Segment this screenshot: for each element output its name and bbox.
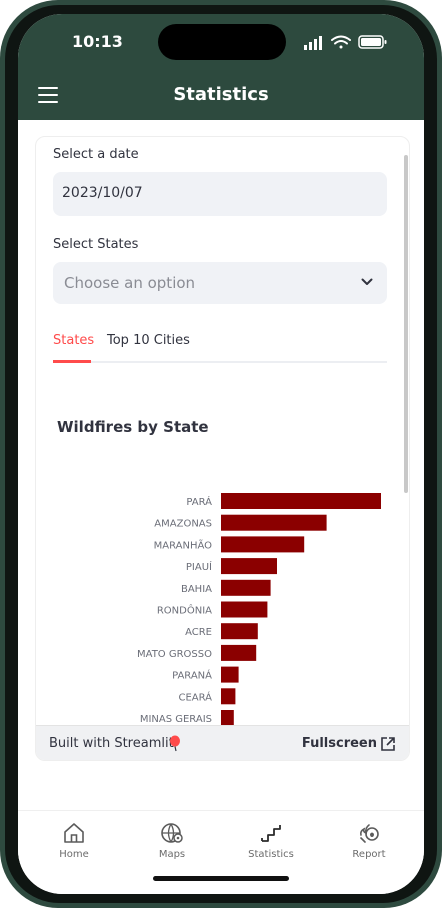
tab-top-10-cities[interactable]: Top 10 Cities — [107, 333, 190, 348]
phone-screen: 10:13 Statistics Select a date 2023/10/0… — [18, 14, 424, 894]
status-time: 10:13 — [72, 32, 123, 51]
bar[interactable] — [221, 601, 268, 618]
bar-label: PARANÁ — [172, 669, 212, 682]
wildfires-bar-chart: PARÁ AMAZONAS MARANHÃO PIAUÍ BAHIA RONDÔNIA AC… — [137, 493, 381, 726]
tab-statistics[interactable]: Statistics — [231, 821, 311, 871]
states-label: Select States — [53, 237, 139, 252]
bottom-tab-bar: Home Maps Statistics Report — [18, 810, 424, 894]
fire-report-icon — [360, 824, 379, 843]
states-select-placeholder: Choose an option — [64, 274, 196, 292]
bar[interactable] — [221, 623, 258, 640]
fullscreen-button[interactable]: Fullscreen — [302, 736, 377, 751]
wifi-icon — [331, 35, 351, 49]
bar[interactable] — [221, 536, 305, 553]
scrollbar[interactable] — [404, 155, 408, 493]
tab-statistics-label: Statistics — [248, 849, 294, 860]
bar[interactable] — [221, 558, 277, 575]
bar[interactable] — [221, 579, 271, 596]
bar-label: BAHIA — [181, 584, 212, 595]
bar[interactable] — [221, 514, 327, 531]
bar-label: PIAUÍ — [186, 560, 212, 573]
chevron-down-icon — [361, 278, 373, 285]
status-icons — [304, 35, 387, 50]
bar-label: MINAS GERAIS — [140, 714, 212, 725]
dynamic-island — [158, 24, 286, 60]
built-with-streamlit[interactable]: Built with Streamlit — [49, 736, 174, 751]
tab-active-indicator — [53, 360, 91, 363]
bar[interactable] — [221, 644, 257, 661]
date-input[interactable]: 2023/10/07 — [53, 172, 387, 216]
fullscreen-icon[interactable] — [380, 736, 396, 752]
chart-title: Wildfires by State — [57, 418, 209, 436]
streamlit-footer: Built with Streamlit Fullscreen — [36, 725, 409, 760]
bar-label: ACRE — [185, 627, 212, 638]
bar[interactable] — [221, 688, 236, 705]
tab-list: States Top 10 Cities — [53, 325, 387, 363]
tab-report[interactable]: Report — [329, 821, 409, 871]
tab-home-label: Home — [59, 849, 89, 860]
stairs-chart-icon — [261, 825, 281, 842]
tab-maps[interactable]: Maps — [132, 821, 212, 871]
app-header: Statistics — [18, 72, 424, 120]
bar[interactable] — [221, 493, 381, 509]
tab-home[interactable]: Home — [34, 821, 114, 871]
bar-label: MATO GROSSO — [137, 649, 212, 660]
bar[interactable] — [221, 710, 234, 726]
balloon-icon — [170, 735, 180, 752]
bar-label: AMAZONAS — [154, 519, 212, 530]
bar-label: PARÁ — [186, 495, 212, 508]
tab-report-label: Report — [352, 849, 386, 860]
signal-icon — [304, 36, 322, 50]
date-label: Select a date — [53, 147, 139, 162]
battery-icon — [358, 35, 387, 49]
bar-label: RONDÔNIA — [157, 604, 212, 617]
status-bar: 10:13 — [18, 14, 424, 72]
bar[interactable] — [221, 666, 239, 683]
streamlit-card: Select a date 2023/10/07 Select States C… — [35, 136, 410, 761]
states-select[interactable]: Choose an option — [53, 262, 387, 304]
bar-label: MARANHÃO — [154, 538, 213, 551]
page-title: Statistics — [173, 84, 269, 105]
home-icon — [64, 823, 84, 843]
home-indicator — [153, 876, 289, 881]
tab-maps-label: Maps — [158, 849, 186, 860]
tab-states[interactable]: States — [53, 333, 94, 348]
bar-label: CEARÁ — [178, 690, 212, 703]
globe-icon — [161, 823, 183, 843]
